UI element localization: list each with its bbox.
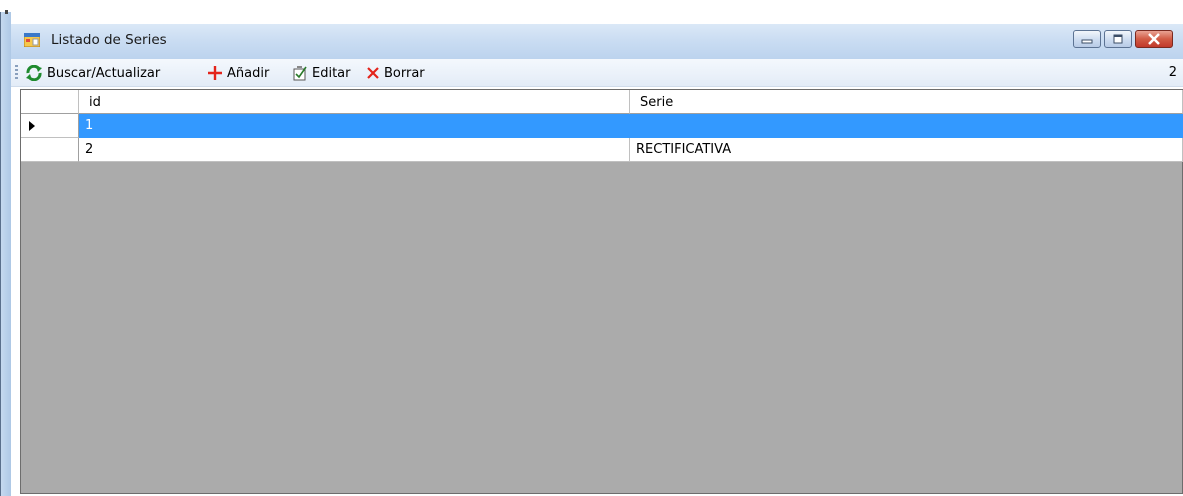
window-controls <box>1073 30 1173 48</box>
borrar-button[interactable]: Borrar <box>366 64 425 82</box>
minimize-icon <box>1081 39 1093 44</box>
grid-corner-header[interactable] <box>21 90 79 114</box>
record-count: 2 <box>1168 65 1177 80</box>
corner-mark <box>5 10 8 14</box>
background-window-edge <box>0 12 11 496</box>
current-row-arrow-icon <box>29 121 35 131</box>
form-icon <box>24 33 40 47</box>
window-title: Listado de Series <box>51 32 167 48</box>
minimize-button[interactable] <box>1073 30 1101 48</box>
title-bar[interactable]: Listado de Series <box>11 24 1183 59</box>
editar-label: Editar <box>312 65 351 81</box>
anadir-label: Añadir <box>227 65 270 81</box>
editar-button[interactable]: Editar <box>292 64 351 82</box>
buscar-actualizar-button[interactable]: Buscar/Actualizar <box>25 64 160 82</box>
close-icon <box>1148 33 1160 45</box>
row-header-current[interactable] <box>21 114 79 138</box>
plus-icon <box>208 66 222 80</box>
listado-series-window: Listado de Series Buscar/Actualizar Añad… <box>11 24 1183 496</box>
series-data-grid[interactable]: id Serie 1 2 RECTIFICATIVA <box>20 89 1183 494</box>
buscar-actualizar-label: Buscar/Actualizar <box>47 65 161 81</box>
desktop: Listado de Series Buscar/Actualizar Añad… <box>0 0 1183 496</box>
row-header[interactable] <box>21 138 79 162</box>
refresh-icon <box>26 65 42 81</box>
maximize-icon <box>1113 34 1123 44</box>
anadir-button[interactable]: Añadir <box>207 64 269 82</box>
delete-icon <box>367 67 379 79</box>
cell-id[interactable]: 1 <box>79 114 630 138</box>
column-header-serie[interactable]: Serie <box>630 90 1183 114</box>
column-header-id[interactable]: id <box>79 90 630 114</box>
toolbar-grip[interactable] <box>15 65 18 81</box>
cell-serie[interactable]: RECTIFICATIVA <box>630 138 1183 162</box>
cell-serie[interactable] <box>630 114 1183 138</box>
maximize-button[interactable] <box>1104 30 1132 48</box>
cell-id[interactable]: 2 <box>79 138 630 162</box>
edit-icon <box>293 66 307 81</box>
toolbar: Buscar/Actualizar Añadir Editar Borrar 2 <box>11 59 1183 87</box>
borrar-label: Borrar <box>384 65 425 81</box>
close-button[interactable] <box>1135 30 1173 48</box>
